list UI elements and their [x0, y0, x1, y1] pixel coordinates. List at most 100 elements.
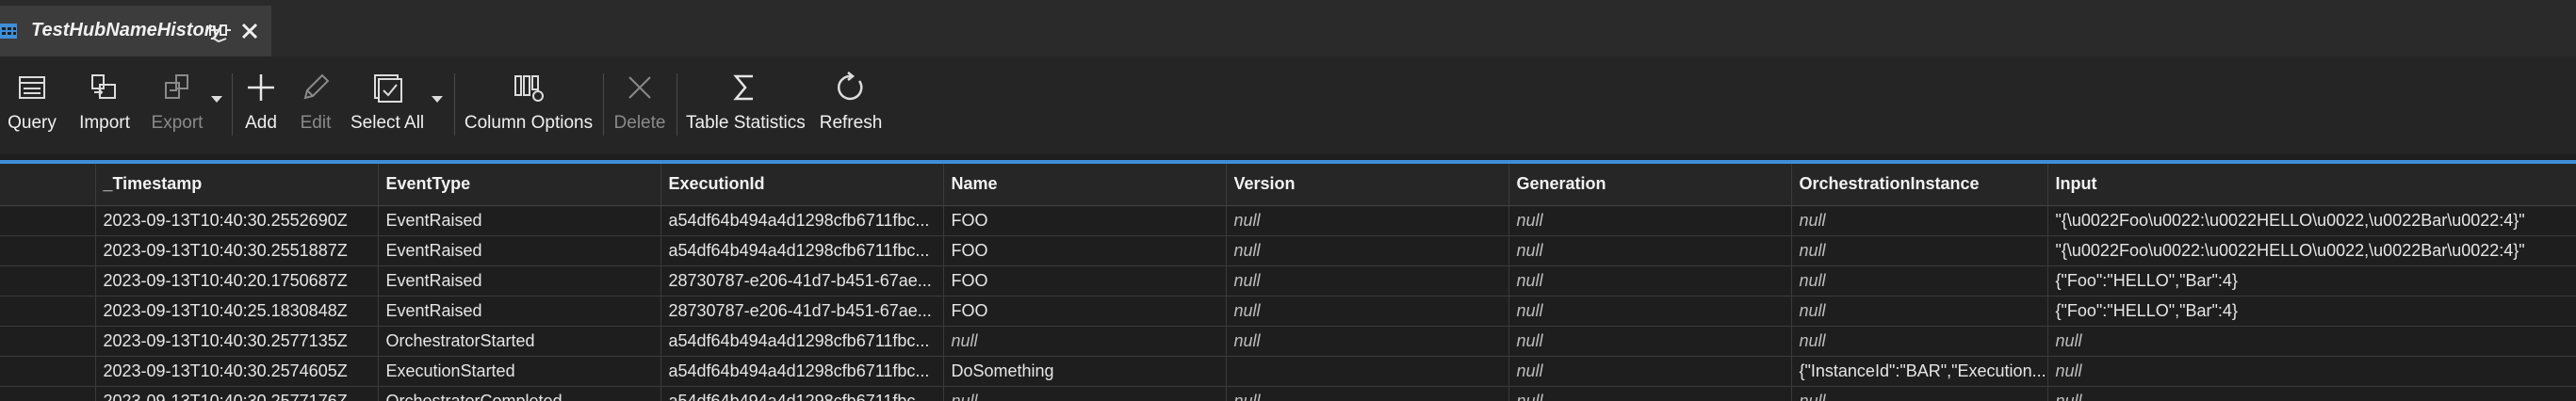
- table-cell[interactable]: null: [1226, 296, 1509, 327]
- table-cell[interactable]: a54df64b494a4d1298cfb6711fbc...: [660, 386, 944, 401]
- column-header[interactable]: ExecutionId: [660, 164, 944, 206]
- import-button[interactable]: Import: [73, 72, 136, 147]
- edit-button[interactable]: Edit: [294, 72, 337, 147]
- table-cell[interactable]: 2023-09-13T10:40:30.2552690Z: [95, 205, 379, 236]
- table-cell[interactable]: null: [1508, 265, 1792, 297]
- table-row[interactable]: 2023-09-13T10:40:30.2577135Z Orchestrato…: [0, 326, 2576, 357]
- table-cell[interactable]: a54df64b494a4d1298cfb6711fbc...: [660, 356, 944, 387]
- delete-icon: [628, 76, 651, 99]
- table-cell[interactable]: "{\u0022Foo\u0022:\u0022HELLO\u0022,\u00…: [2047, 205, 2576, 236]
- column-header[interactable]: Version: [1226, 164, 1509, 206]
- table-cell[interactable]: {"Foo":"HELLO","Bar":4}: [2047, 296, 2576, 327]
- row-header[interactable]: [0, 296, 96, 327]
- add-button[interactable]: Add: [239, 72, 283, 147]
- table-cell[interactable]: FOO: [943, 205, 1227, 236]
- table-cell[interactable]: 2023-09-13T10:40:30.2577135Z: [95, 326, 379, 357]
- delete-button[interactable]: Delete: [611, 72, 669, 147]
- table-cell[interactable]: 2023-09-13T10:40:30.2551887Z: [95, 235, 379, 266]
- ribbon-separator: [603, 73, 604, 136]
- table-cell[interactable]: a54df64b494a4d1298cfb6711fbc...: [660, 205, 944, 236]
- column-header[interactable]: Input: [2047, 164, 2576, 206]
- table-cell[interactable]: null: [1226, 265, 1509, 297]
- table-icon: [0, 24, 17, 39]
- row-header[interactable]: [0, 235, 96, 266]
- table-cell[interactable]: null: [943, 386, 1227, 401]
- table-cell[interactable]: null: [1508, 205, 1792, 236]
- table-cell[interactable]: EventRaised: [378, 205, 661, 236]
- table-cell[interactable]: null: [1508, 356, 1792, 387]
- table-statistics-button[interactable]: Table Statistics: [686, 72, 806, 147]
- row-header-corner[interactable]: [0, 164, 96, 206]
- table-cell[interactable]: null: [943, 326, 1227, 357]
- table-cell[interactable]: {"Foo":"HELLO","Bar":4}: [2047, 265, 2576, 297]
- column-header[interactable]: Generation: [1508, 164, 1792, 206]
- column-header[interactable]: EventType: [378, 164, 661, 206]
- table-cell[interactable]: null: [1791, 205, 2048, 236]
- export-dropdown-icon[interactable]: [211, 96, 222, 103]
- table-row[interactable]: 2023-09-13T10:40:20.1750687Z EventRaised…: [0, 265, 2576, 297]
- row-header[interactable]: [0, 356, 96, 387]
- table-cell[interactable]: null: [1508, 386, 1792, 401]
- table-cell[interactable]: 2023-09-13T10:40:20.1750687Z: [95, 265, 379, 297]
- table-cell[interactable]: OrchestratorStarted: [378, 326, 661, 357]
- column-options-button[interactable]: Column Options: [464, 72, 594, 147]
- table-cell[interactable]: null: [1791, 235, 2048, 266]
- table-cell[interactable]: null: [2047, 356, 2576, 387]
- table-cell[interactable]: 28730787-e206-41d7-b451-67ae...: [660, 265, 944, 297]
- row-header[interactable]: [0, 265, 96, 297]
- refresh-button[interactable]: Refresh: [818, 72, 884, 147]
- close-icon[interactable]: [239, 21, 260, 41]
- row-header[interactable]: [0, 326, 96, 357]
- row-header[interactable]: [0, 205, 96, 236]
- table-cell[interactable]: OrchestratorCompleted: [378, 386, 661, 401]
- table-cell[interactable]: [1226, 356, 1509, 387]
- query-button[interactable]: Query: [6, 72, 58, 147]
- table-cell[interactable]: EventRaised: [378, 235, 661, 266]
- table-cell[interactable]: null: [1508, 296, 1792, 327]
- table-cell[interactable]: 2023-09-13T10:40:30.2577176Z: [95, 386, 379, 401]
- table-cell[interactable]: EventRaised: [378, 296, 661, 327]
- row-header[interactable]: [0, 386, 96, 401]
- table-cell[interactable]: FOO: [943, 265, 1227, 297]
- table-cell[interactable]: null: [1508, 235, 1792, 266]
- table-cell[interactable]: null: [1226, 205, 1509, 236]
- table-row[interactable]: 2023-09-13T10:40:30.2577176Z Orchestrato…: [0, 386, 2576, 401]
- table-cell[interactable]: null: [1226, 235, 1509, 266]
- table-cell[interactable]: null: [1226, 326, 1509, 357]
- table-cell[interactable]: DoSomething: [943, 356, 1227, 387]
- query-icon: [19, 76, 45, 99]
- table-row[interactable]: 2023-09-13T10:40:30.2551887Z EventRaised…: [0, 235, 2576, 266]
- export-button[interactable]: Export: [147, 72, 207, 147]
- table-cell[interactable]: a54df64b494a4d1298cfb6711fbc...: [660, 235, 944, 266]
- table-cell[interactable]: 28730787-e206-41d7-b451-67ae...: [660, 296, 944, 327]
- column-header[interactable]: _Timestamp: [95, 164, 379, 206]
- table-cell[interactable]: 2023-09-13T10:40:25.1830848Z: [95, 296, 379, 327]
- table-row[interactable]: 2023-09-13T10:40:25.1830848Z EventRaised…: [0, 296, 2576, 327]
- table-cell[interactable]: null: [1791, 326, 2048, 357]
- table-cell[interactable]: null: [2047, 386, 2576, 401]
- table-cell[interactable]: ExecutionStarted: [378, 356, 661, 387]
- table-cell[interactable]: "{\u0022Foo\u0022:\u0022HELLO\u0022,\u00…: [2047, 235, 2576, 266]
- table-cell[interactable]: {"InstanceId":"BAR","Execution...: [1791, 356, 2048, 387]
- table-cell[interactable]: a54df64b494a4d1298cfb6711fbc...: [660, 326, 944, 357]
- table-row[interactable]: 2023-09-13T10:40:30.2552690Z EventRaised…: [0, 205, 2576, 236]
- data-grid[interactable]: _Timestamp EventType ExecutionId Name Ve…: [0, 164, 2576, 401]
- table-cell[interactable]: null: [2047, 326, 2576, 357]
- table-cell[interactable]: null: [1508, 326, 1792, 357]
- table-row[interactable]: 2023-09-13T10:40:30.2574605Z ExecutionSt…: [0, 356, 2576, 387]
- select-all-dropdown-icon[interactable]: [432, 96, 443, 103]
- select-all-button[interactable]: Select All: [351, 72, 424, 147]
- table-cell[interactable]: FOO: [943, 296, 1227, 327]
- table-cell[interactable]: null: [1791, 296, 2048, 327]
- tab-testhubnamehistory[interactable]: TestHubNameHistory: [0, 6, 271, 56]
- table-cell[interactable]: FOO: [943, 235, 1227, 266]
- pin-icon[interactable]: [207, 21, 232, 43]
- table-cell[interactable]: null: [1791, 386, 2048, 401]
- table-cell[interactable]: EventRaised: [378, 265, 661, 297]
- refresh-icon: [837, 72, 863, 101]
- table-cell[interactable]: null: [1791, 265, 2048, 297]
- column-header[interactable]: OrchestrationInstance: [1791, 164, 2048, 206]
- column-header[interactable]: Name: [943, 164, 1227, 206]
- table-cell[interactable]: 2023-09-13T10:40:30.2574605Z: [95, 356, 379, 387]
- table-cell[interactable]: null: [1226, 386, 1509, 401]
